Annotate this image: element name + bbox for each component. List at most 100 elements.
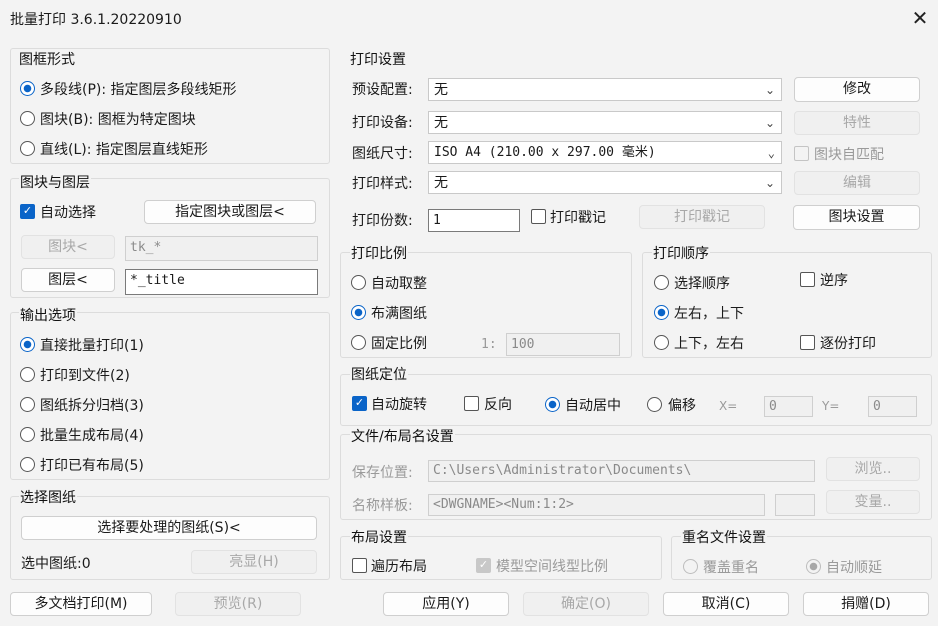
name-template-label: 名称样板: — [352, 498, 413, 514]
auto-increment-label[interactable]: 自动顺延 — [826, 557, 882, 577]
multi-doc-print-button[interactable]: 多文档打印(M) — [10, 592, 152, 616]
paper-size-value: ISO A4 (210.00 x 297.00 毫米) — [434, 145, 656, 160]
stamp-button[interactable]: 打印戳记 — [639, 205, 765, 229]
auto-select-label[interactable]: 自动选择 — [40, 202, 96, 222]
frame-line-radio[interactable] — [20, 141, 35, 156]
output-split-radio[interactable] — [20, 397, 35, 412]
name-template-input[interactable]: <DWGNAME><Num:1:2> — [428, 494, 765, 516]
scale-auto-round-radio[interactable] — [351, 275, 366, 290]
scale-fixed-label[interactable]: 固定比例 — [371, 333, 427, 353]
browse-button[interactable]: 浏览.. — [826, 457, 920, 481]
layer-name-input[interactable]: *_title — [125, 269, 318, 295]
stamp-check-label[interactable]: 打印戳记 — [550, 207, 606, 227]
order-select-label[interactable]: 选择顺序 — [674, 273, 730, 293]
order-lr-tb-radio[interactable] — [654, 305, 669, 320]
per-copy-checkbox[interactable] — [800, 335, 815, 350]
block-layer-title: 图块与图层 — [19, 172, 91, 192]
auto-increment-radio[interactable] — [806, 559, 821, 574]
overwrite-radio[interactable] — [683, 559, 698, 574]
auto-match-checkbox[interactable] — [794, 146, 809, 161]
print-settings-title: 打印设置 — [350, 52, 406, 68]
copies-label: 打印份数: — [352, 213, 413, 229]
window-title: 批量打印 3.6.1.20220910 — [10, 12, 182, 28]
highlight-button[interactable]: 亮显(H) — [191, 550, 317, 574]
scale-title: 打印比例 — [350, 243, 408, 263]
output-layout-radio[interactable] — [20, 427, 35, 442]
order-tb-lr-radio[interactable] — [654, 335, 669, 350]
scale-fit-radio[interactable] — [351, 305, 366, 320]
offset-x-input[interactable]: 0 — [764, 396, 813, 417]
close-icon[interactable]: ✕ — [906, 4, 934, 32]
copies-input[interactable]: 1 — [428, 209, 520, 232]
block-pick-button[interactable]: 图块< — [21, 235, 115, 259]
placement-group — [340, 374, 932, 426]
offset-label[interactable]: 偏移 — [668, 395, 696, 415]
reverse-placement-checkbox[interactable] — [464, 396, 479, 411]
variables-button[interactable]: 变量.. — [826, 490, 920, 514]
block-name-input[interactable]: tk_* — [125, 236, 318, 261]
output-layout-label[interactable]: 批量生成布局(4) — [40, 425, 144, 445]
output-direct-label[interactable]: 直接批量打印(1) — [40, 335, 144, 355]
frame-line-label[interactable]: 直线(L): 指定图层直线矩形 — [40, 139, 208, 159]
auto-select-checkbox[interactable]: ✓ — [20, 204, 35, 219]
save-location-label: 保存位置: — [352, 465, 413, 481]
layer-pick-button[interactable]: 图层< — [21, 268, 115, 292]
reverse-placement-label[interactable]: 反向 — [484, 394, 512, 414]
output-file-radio[interactable] — [20, 367, 35, 382]
paper-size-label: 图纸尺寸: — [352, 146, 413, 162]
chevron-down-icon: ⌄ — [764, 83, 775, 97]
name-extra-input[interactable] — [775, 494, 815, 516]
order-lr-tb-label[interactable]: 左右，上下 — [674, 303, 744, 323]
properties-button[interactable]: 特性 — [794, 111, 920, 135]
order-tb-lr-label[interactable]: 上下，左右 — [674, 333, 744, 353]
selected-count-label: 选中图纸:0 — [21, 556, 91, 572]
scale-fit-label[interactable]: 布满图纸 — [371, 303, 427, 323]
auto-center-radio[interactable] — [545, 397, 560, 412]
print-style-value: 无 — [434, 175, 448, 191]
reverse-order-label[interactable]: 逆序 — [820, 270, 848, 290]
auto-center-label[interactable]: 自动居中 — [565, 395, 621, 415]
scale-fixed-radio[interactable] — [351, 335, 366, 350]
frame-polyline-label[interactable]: 多段线(P): 指定图层多段线矩形 — [40, 79, 237, 99]
auto-rotate-label[interactable]: 自动旋转 — [371, 394, 427, 414]
offset-y-input[interactable]: 0 — [868, 396, 917, 417]
scale-ratio-input[interactable]: 100 — [506, 333, 620, 356]
cancel-button[interactable]: 取消(C) — [663, 592, 789, 616]
reverse-order-checkbox[interactable] — [800, 272, 815, 287]
block-settings-button[interactable]: 图块设置 — [793, 205, 920, 230]
output-file-label[interactable]: 打印到文件(2) — [40, 365, 130, 385]
per-copy-label[interactable]: 逐份打印 — [820, 333, 876, 353]
specify-block-layer-button[interactable]: 指定图块或图层< — [144, 200, 316, 224]
frame-polyline-radio[interactable] — [20, 81, 35, 96]
device-select[interactable]: 无 ⌄ — [428, 111, 782, 134]
paper-size-select[interactable]: ISO A4 (210.00 x 297.00 毫米) ⌄ — [428, 141, 782, 164]
device-label: 打印设备: — [352, 115, 413, 131]
scale-auto-round-label[interactable]: 自动取整 — [371, 273, 427, 293]
auto-rotate-checkbox[interactable]: ✓ — [352, 396, 367, 411]
print-style-select[interactable]: 无 ⌄ — [428, 171, 782, 194]
modify-button[interactable]: 修改 — [794, 77, 920, 102]
apply-button[interactable]: 应用(Y) — [383, 592, 509, 616]
model-linetype-label[interactable]: 模型空间线型比例 — [496, 556, 608, 576]
save-location-input[interactable]: C:\Users\Administrator\Documents\ — [428, 460, 815, 482]
output-direct-radio[interactable] — [20, 337, 35, 352]
output-existing-label[interactable]: 打印已有布局(5) — [40, 455, 144, 475]
auto-match-label[interactable]: 图块自匹配 — [814, 144, 884, 164]
order-select-radio[interactable] — [654, 275, 669, 290]
model-linetype-checkbox[interactable]: ✓ — [476, 558, 491, 573]
ok-button[interactable]: 确定(O) — [523, 592, 649, 616]
donate-button[interactable]: 捐赠(D) — [803, 592, 929, 616]
edit-style-button[interactable]: 编辑 — [794, 171, 920, 195]
stamp-checkbox[interactable] — [531, 209, 546, 224]
output-existing-radio[interactable] — [20, 457, 35, 472]
offset-radio[interactable] — [647, 397, 662, 412]
preset-select[interactable]: 无 ⌄ — [428, 78, 782, 101]
preview-button[interactable]: 预览(R) — [175, 592, 301, 616]
frame-block-label[interactable]: 图块(B): 图框为特定图块 — [40, 109, 196, 129]
output-split-label[interactable]: 图纸拆分归档(3) — [40, 395, 144, 415]
overwrite-label[interactable]: 覆盖重名 — [703, 557, 759, 577]
select-drawings-button[interactable]: 选择要处理的图纸(S)< — [21, 516, 317, 540]
frame-block-radio[interactable] — [20, 111, 35, 126]
traverse-layout-label[interactable]: 遍历布局 — [371, 556, 427, 576]
traverse-layout-checkbox[interactable] — [352, 558, 367, 573]
